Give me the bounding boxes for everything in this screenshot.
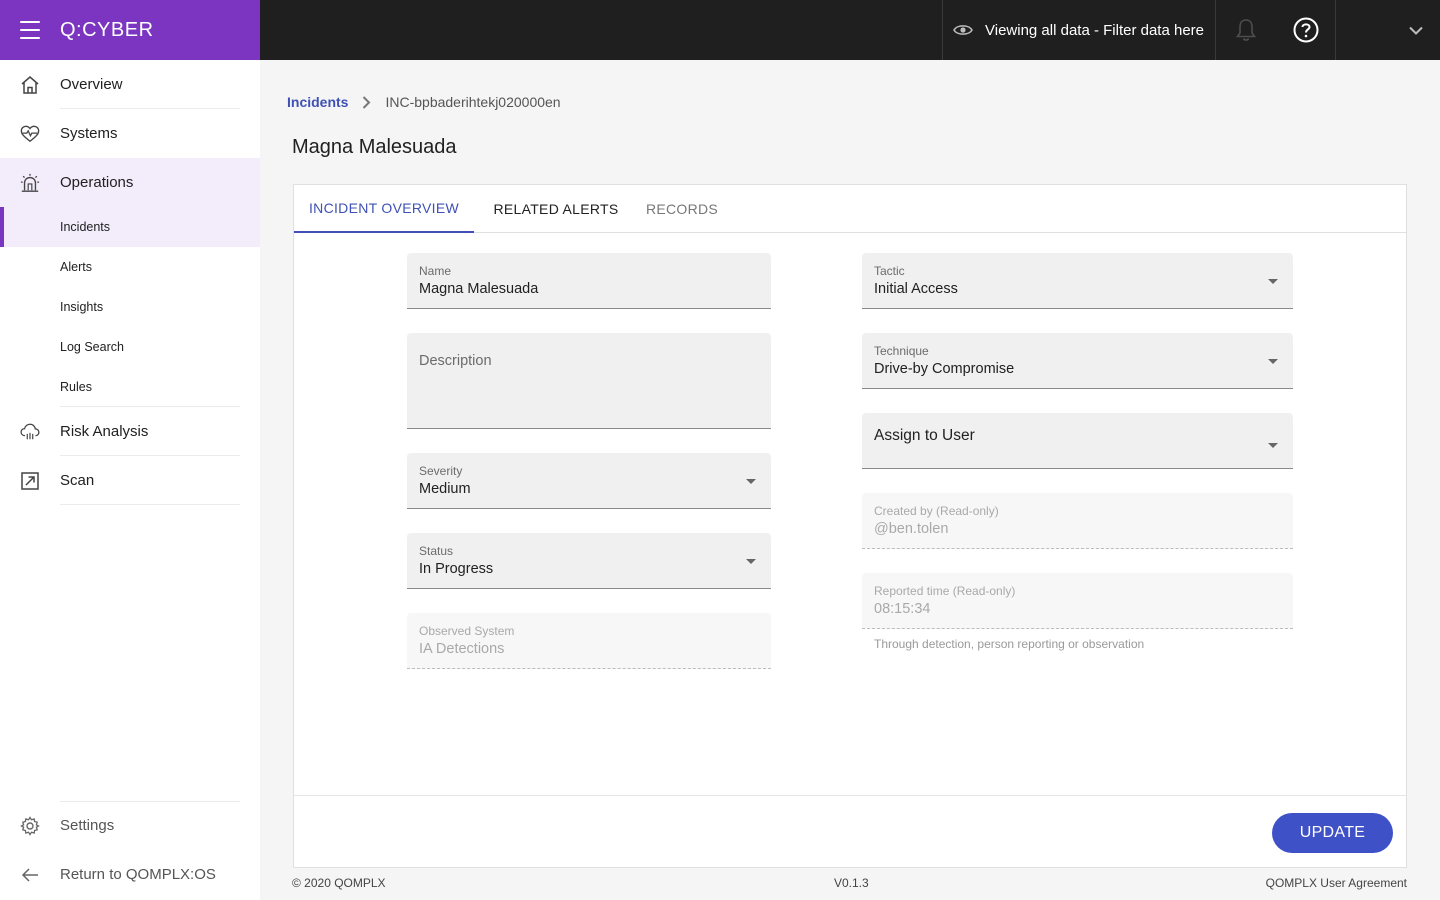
dropdown-arrow-icon xyxy=(1268,279,1278,284)
dropdown-arrow-icon xyxy=(746,479,756,484)
sidebar: Overview Systems Operations Incidents Al… xyxy=(0,60,260,900)
reported-time-field: Reported time (Read-only) 08:15:34 xyxy=(862,573,1293,629)
update-button[interactable]: UPDATE xyxy=(1272,813,1393,853)
eye-icon xyxy=(953,25,973,35)
chevron-down-icon xyxy=(1409,26,1423,35)
sidebar-subitem-label: Incidents xyxy=(60,220,111,234)
notifications-button[interactable] xyxy=(1216,0,1276,60)
created-by-field: Created by (Read-only) @ben.tolen xyxy=(862,493,1293,549)
sidebar-item-systems[interactable]: Systems xyxy=(0,109,260,158)
sidebar-item-label: Risk Analysis xyxy=(60,423,149,440)
sidebar-item-overview[interactable]: Overview xyxy=(0,60,260,109)
sidebar-subitem-insights[interactable]: Insights xyxy=(0,287,260,327)
footer-version: V0.1.3 xyxy=(834,876,869,890)
sidebar-subitem-label: Insights xyxy=(60,300,104,314)
logo[interactable]: Q:CYBER xyxy=(60,19,154,42)
arrow-left-icon xyxy=(20,865,40,885)
observed-system-value: IA Detections xyxy=(419,641,505,657)
alarm-icon xyxy=(20,173,40,193)
top-bar: Q:CYBER Viewing all data - Filter data h… xyxy=(0,0,1440,60)
sidebar-item-return[interactable]: Return to QOMPLX:OS xyxy=(0,850,260,899)
external-link-icon xyxy=(20,471,40,491)
account-menu-button[interactable] xyxy=(1396,0,1436,60)
tab-related-alerts[interactable]: RELATED ALERTS xyxy=(484,185,628,233)
sidebar-subitem-incidents[interactable]: Incidents xyxy=(0,207,260,247)
help-icon xyxy=(1293,17,1318,43)
severity-value: Medium xyxy=(419,481,471,497)
severity-label: Severity xyxy=(419,464,463,478)
brand-header: Q:CYBER xyxy=(0,0,260,60)
sidebar-subitem-rules[interactable]: Rules xyxy=(0,367,260,407)
status-value: In Progress xyxy=(419,561,494,577)
technique-value: Drive-by Compromise xyxy=(874,361,1015,377)
description-field[interactable]: Description xyxy=(407,333,771,429)
sidebar-item-settings[interactable]: Settings xyxy=(0,801,260,850)
name-label: Name xyxy=(419,264,452,278)
tactic-value: Initial Access xyxy=(874,281,958,297)
tab-incident-overview[interactable]: INCIDENT OVERVIEW xyxy=(294,185,474,233)
sidebar-subitem-alerts[interactable]: Alerts xyxy=(0,247,260,287)
cloud-icon xyxy=(20,422,40,442)
sidebar-item-label: Return to QOMPLX:OS xyxy=(60,866,216,883)
observed-system-field: Observed System IA Detections xyxy=(407,613,771,669)
chevron-right-icon xyxy=(362,95,371,109)
menu-icon[interactable] xyxy=(20,21,40,39)
breadcrumb: Incidents INC-bpbaderihtekj020000en xyxy=(287,93,561,111)
technique-label: Technique xyxy=(874,344,929,358)
heart-pulse-icon xyxy=(20,124,40,144)
breadcrumb-current: INC-bpbaderihtekj020000en xyxy=(385,94,561,110)
dropdown-arrow-icon xyxy=(1268,359,1278,364)
reported-time-helper-text: Through detection, person reporting or o… xyxy=(874,637,1145,651)
data-filter-label: Viewing all data - Filter data here xyxy=(985,21,1205,39)
sidebar-subitem-label: Alerts xyxy=(60,260,92,274)
severity-select[interactable]: Severity Medium xyxy=(407,453,771,509)
sidebar-item-label: Scan xyxy=(60,472,95,489)
description-placeholder: Description xyxy=(419,353,492,369)
dropdown-arrow-icon xyxy=(746,559,756,564)
sidebar-bottom-nav: Settings Return to QOMPLX:OS xyxy=(0,801,260,899)
technique-select[interactable]: Technique Drive-by Compromise xyxy=(862,333,1293,389)
assign-user-label: Assign to User xyxy=(874,427,975,444)
help-button[interactable] xyxy=(1276,0,1336,60)
created-by-label: Created by (Read-only) xyxy=(874,504,999,518)
footer-copyright: © 2020 QOMPLX xyxy=(292,876,386,890)
name-value: Magna Malesuada xyxy=(419,281,539,297)
sidebar-item-label: Overview xyxy=(60,76,123,93)
tab-bar: INCIDENT OVERVIEW RELATED ALERTS RECORDS xyxy=(294,185,1406,233)
sidebar-subitem-label: Rules xyxy=(60,380,92,394)
assign-user-select[interactable]: Assign to User xyxy=(862,413,1293,469)
gear-icon xyxy=(20,815,40,836)
tactic-select[interactable]: Tactic Initial Access xyxy=(862,253,1293,309)
footer-user-agreement-link[interactable]: QOMPLX User Agreement xyxy=(1266,876,1407,890)
sidebar-item-scan[interactable]: Scan xyxy=(0,456,260,505)
card-actions: UPDATE xyxy=(294,795,1406,867)
reported-time-label: Reported time (Read-only) xyxy=(874,584,1016,598)
sidebar-subitem-log-search[interactable]: Log Search xyxy=(0,327,260,367)
page-title: Magna Malesuada xyxy=(292,136,457,158)
home-icon xyxy=(20,75,40,95)
sidebar-item-operations[interactable]: Operations xyxy=(0,158,260,207)
reported-time-value: 08:15:34 xyxy=(874,601,931,617)
tab-records[interactable]: RECORDS xyxy=(632,185,732,233)
status-label: Status xyxy=(419,544,454,558)
incident-card: INCIDENT OVERVIEW RELATED ALERTS RECORDS… xyxy=(293,184,1407,868)
sidebar-item-label: Systems xyxy=(60,125,118,142)
dropdown-arrow-icon xyxy=(1268,443,1278,448)
sidebar-item-label: Settings xyxy=(60,817,115,834)
data-filter-button[interactable]: Viewing all data - Filter data here xyxy=(942,0,1216,60)
bell-icon xyxy=(1235,19,1257,41)
observed-system-label: Observed System xyxy=(419,624,515,638)
created-by-value: @ben.tolen xyxy=(874,521,949,537)
name-field[interactable]: Name Magna Malesuada xyxy=(407,253,771,309)
sidebar-item-label: Operations xyxy=(60,174,134,191)
sidebar-item-risk-analysis[interactable]: Risk Analysis xyxy=(0,407,260,456)
tactic-label: Tactic xyxy=(874,264,905,278)
sidebar-subitem-label: Log Search xyxy=(60,340,124,354)
status-select[interactable]: Status In Progress xyxy=(407,533,771,589)
breadcrumb-parent-link[interactable]: Incidents xyxy=(287,94,348,110)
